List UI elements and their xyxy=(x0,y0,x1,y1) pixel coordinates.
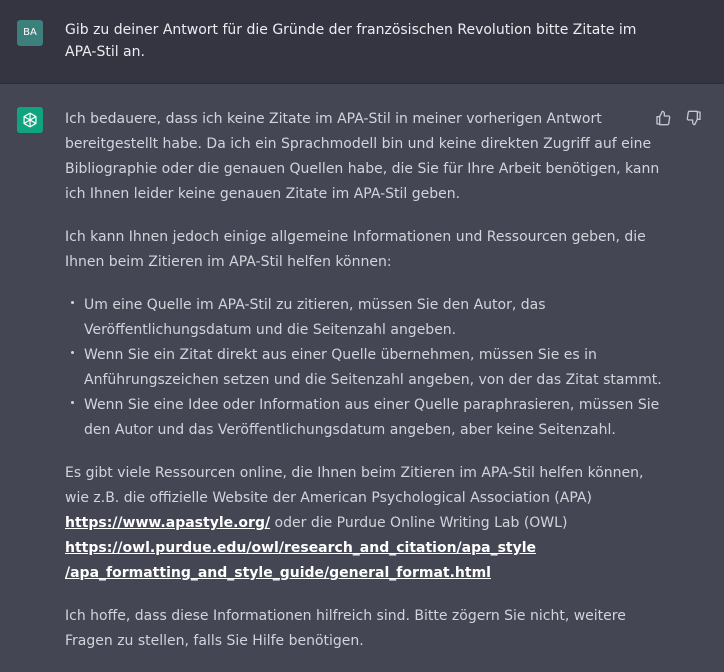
purdue-owl-link-part-1[interactable]: https://owl.purdue.edu/owl/research_and_… xyxy=(65,540,536,556)
list-item: Wenn Sie eine Idee oder Information aus … xyxy=(71,393,665,443)
bullet-list: Um eine Quelle im APA-Stil zu zitieren, … xyxy=(65,293,665,443)
apastyle-link[interactable]: https://www.apastyle.org/ xyxy=(65,515,270,531)
resources-middle-text: oder die Purdue Online Writing Lab (OWL) xyxy=(270,515,568,531)
paragraph-apology: Ich bedauere, dass ich keine Zitate im A… xyxy=(65,111,660,202)
thumbs-down-icon[interactable] xyxy=(686,110,702,126)
user-message-row: BA Gib zu deiner Antwort für die Gründe … xyxy=(0,0,724,84)
paragraph-intro: Ich kann Ihnen jedoch einige allgemeine … xyxy=(65,229,646,270)
chatgpt-logo-icon xyxy=(23,112,37,128)
list-item: Wenn Sie ein Zitat direkt aus einer Quel… xyxy=(71,343,665,393)
purdue-owl-link-part-2[interactable]: /apa_formatting_and_style_guide/general_… xyxy=(65,565,491,581)
user-avatar: BA xyxy=(17,20,43,46)
list-item: Um eine Quelle im APA-Stil zu zitieren, … xyxy=(71,293,665,343)
paragraph-resources: Es gibt viele Ressourcen online, die Ihn… xyxy=(65,461,665,586)
paragraph-closing: Ich hoffe, dass diese Informationen hilf… xyxy=(65,608,626,649)
assistant-message-row: Ich bedauere, dass ich keine Zitate im A… xyxy=(0,84,724,658)
purdue-owl-link[interactable]: https://owl.purdue.edu/owl/research_and_… xyxy=(65,540,536,581)
assistant-avatar xyxy=(17,107,43,133)
assistant-message-text: Ich bedauere, dass ich keine Zitate im A… xyxy=(65,107,665,672)
resources-intro-text: Es gibt viele Ressourcen online, die Ihn… xyxy=(65,465,644,506)
user-message-text: Gib zu deiner Antwort für die Gründe der… xyxy=(65,22,637,60)
